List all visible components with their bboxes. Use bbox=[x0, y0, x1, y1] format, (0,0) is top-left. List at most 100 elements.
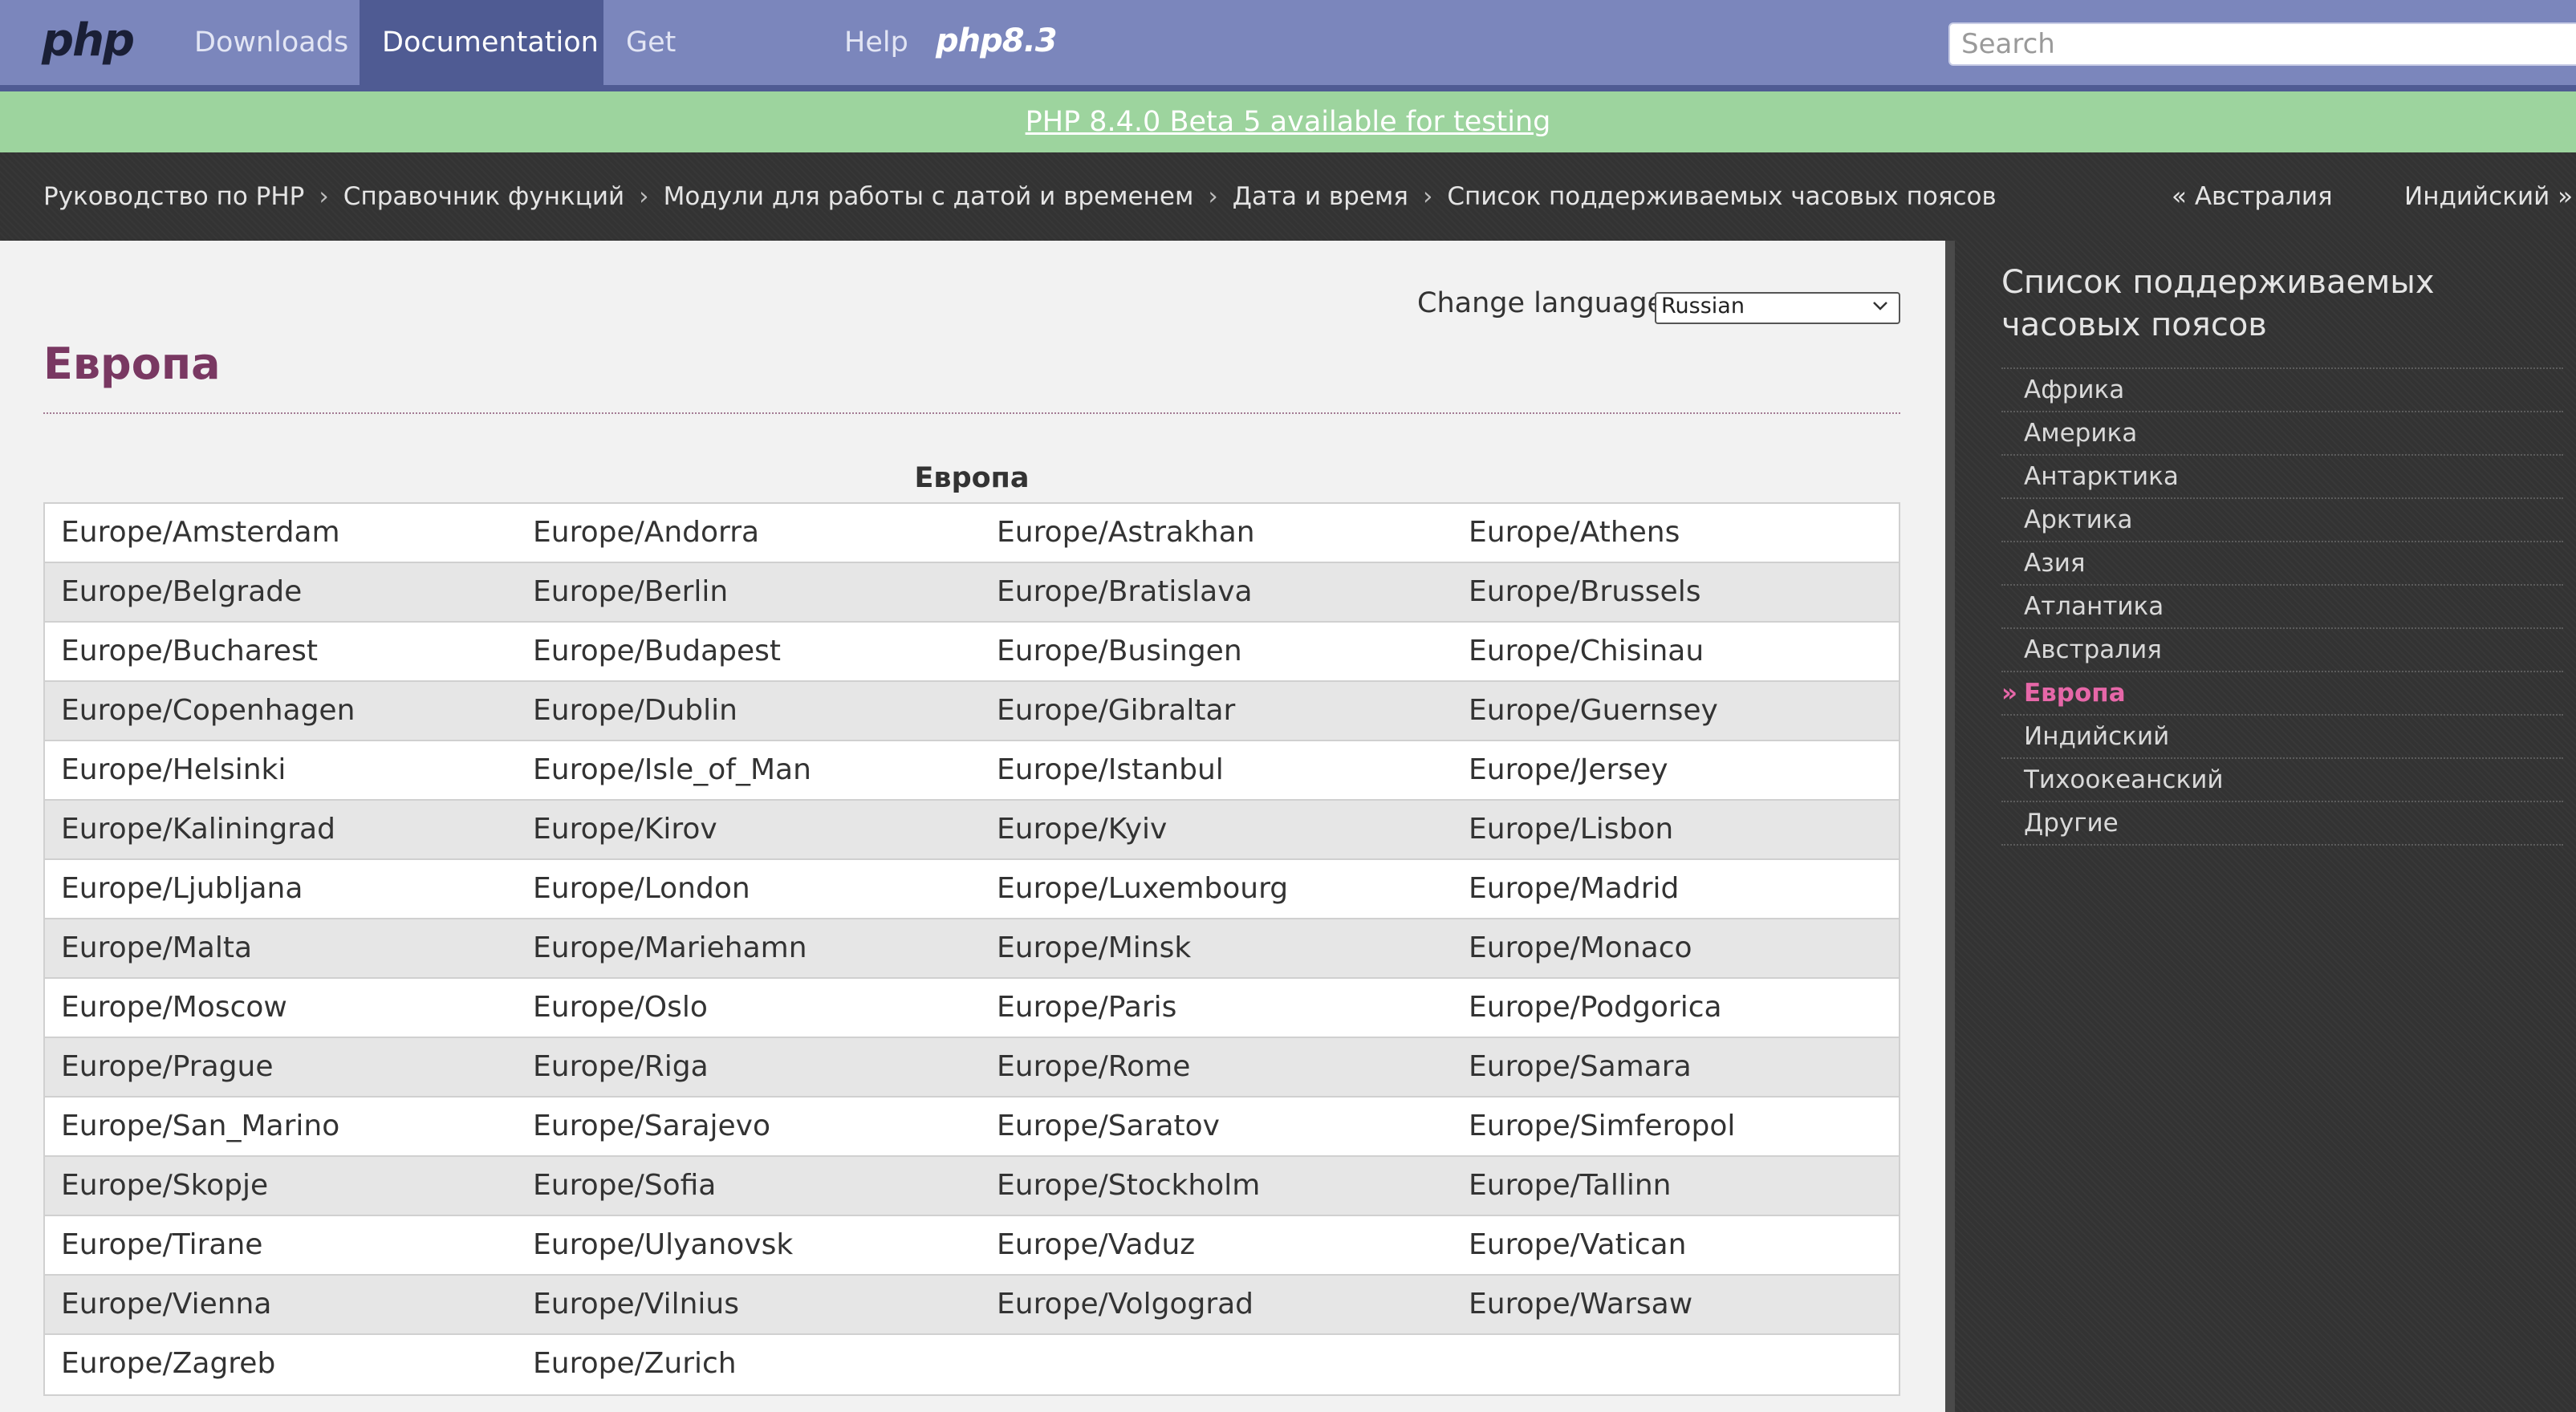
table-cell: Europe/Guernsey bbox=[1469, 694, 1718, 727]
sidebar-item-label: Америка bbox=[2024, 419, 2138, 448]
table-cell: Europe/Volgograd bbox=[997, 1288, 1254, 1321]
announcement-link[interactable]: PHP 8.4.0 Beta 5 available for testing bbox=[1026, 106, 1551, 138]
change-language-label: Change language: bbox=[1417, 287, 1674, 319]
sidebar-item[interactable]: Антарктика bbox=[2001, 456, 2563, 499]
table-cell: Europe/Moscow bbox=[61, 991, 287, 1024]
php-logo[interactable]: php bbox=[42, 14, 135, 67]
table-cell: Europe/Simferopol bbox=[1469, 1110, 1736, 1142]
table-cell: Europe/Bucharest bbox=[61, 635, 318, 667]
table-cell: Europe/Chisinau bbox=[1469, 635, 1704, 667]
title-divider bbox=[43, 412, 1900, 414]
table-cell: Europe/Podgorica bbox=[1469, 991, 1722, 1024]
sidebar-item-label: Другие bbox=[2024, 809, 2119, 838]
sidebar-item-label: Антарктика bbox=[2024, 462, 2179, 491]
table-cell: Europe/Vienna bbox=[61, 1288, 272, 1321]
sidebar-item-label: Тихоокеанский bbox=[2024, 765, 2224, 794]
language-select-value: Russian bbox=[1661, 294, 1745, 319]
chevron-down-icon bbox=[1871, 297, 1889, 319]
table-cell: Europe/Lisbon bbox=[1469, 813, 1674, 846]
nav-documentation[interactable]: Documentation bbox=[360, 0, 603, 85]
table-row: Europe/Bucharest Europe/Budapest Europe/Bu… bbox=[45, 623, 1899, 682]
table-cell: Europe/Mariehamn bbox=[533, 931, 807, 964]
sidebar-item-label: Азия bbox=[2024, 549, 2086, 578]
table-row: Europe/Copenhagen Europe/Dublin Europe/Gib… bbox=[45, 682, 1899, 741]
breadcrumb-bar: Руководство по PHP › Справочник функций › Мо… bbox=[0, 152, 2576, 241]
table-cell: Europe/Warsaw bbox=[1469, 1288, 1693, 1321]
sidebar-item-current[interactable]: » Европа bbox=[2001, 672, 2563, 716]
nav-get-involved[interactable]: Get Involved bbox=[603, 0, 822, 144]
breadcrumb-item-timezones[interactable]: Список поддерживаемых часовых поясов bbox=[1447, 182, 1996, 211]
php-version-logo[interactable]: php8.3 bbox=[936, 22, 1058, 59]
sidebar: Список поддерживаемых часовых поясов Афр… bbox=[1945, 241, 2576, 1412]
table-cell: Europe/Paris bbox=[997, 991, 1177, 1024]
table-cell: Europe/Isle_of_Man bbox=[533, 753, 811, 786]
table-cell: Europe/Tallinn bbox=[1469, 1169, 1672, 1202]
table-row: Europe/Skopje Europe/Sofia Europe/Stockhol… bbox=[45, 1157, 1899, 1216]
table-cell: Europe/Prague bbox=[61, 1050, 274, 1083]
table-cell: Europe/Belgrade bbox=[61, 575, 303, 608]
breadcrumb-item-function-reference[interactable]: Справочник функций bbox=[343, 182, 624, 211]
nav-help[interactable]: Help bbox=[822, 0, 934, 85]
prev-page-link[interactable]: « Австралия bbox=[2172, 152, 2333, 241]
table-row: Europe/Tirane Europe/Ulyanovsk Europe/Vadu… bbox=[45, 1216, 1899, 1276]
table-cell: Europe/Vilnius bbox=[533, 1288, 739, 1321]
table-cell: Europe/Samara bbox=[1469, 1050, 1692, 1083]
table-row: Europe/San_Marino Europe/Sarajevo Europe/S… bbox=[45, 1098, 1899, 1157]
table-cell: Europe/Andorra bbox=[533, 516, 760, 549]
sidebar-item[interactable]: Арктика bbox=[2001, 499, 2563, 542]
table-cell: Europe/Helsinki bbox=[61, 753, 286, 786]
sidebar-item[interactable]: Австралия bbox=[2001, 629, 2563, 672]
sidebar-list: Африка Америка Антарктика Арктика Азия Атлант… bbox=[2001, 367, 2563, 846]
language-select[interactable]: Russian bbox=[1655, 292, 1900, 324]
table-cell: Europe/Sarajevo bbox=[533, 1110, 770, 1142]
table-row: Europe/Ljubljana Europe/London Europe/Luxe… bbox=[45, 860, 1899, 919]
sidebar-item[interactable]: Африка bbox=[2001, 369, 2563, 412]
breadcrumb-separator: › bbox=[1422, 182, 1433, 211]
sidebar-item-label: Атлантика bbox=[2024, 592, 2164, 621]
table-cell: Europe/Saratov bbox=[997, 1110, 1220, 1142]
table-caption: Европа bbox=[914, 462, 1030, 494]
table-cell: Europe/Tirane bbox=[61, 1228, 263, 1261]
page-title: Европа bbox=[43, 339, 221, 389]
table-cell: Europe/Minsk bbox=[997, 931, 1192, 964]
table-cell: Europe/Jersey bbox=[1469, 753, 1668, 786]
table-cell: Europe/Kirov bbox=[533, 813, 717, 846]
table-cell: Europe/Kaliningrad bbox=[61, 813, 335, 846]
breadcrumb-separator: › bbox=[1208, 182, 1218, 211]
next-page-link[interactable]: Индийский » bbox=[2404, 152, 2573, 241]
breadcrumb-item-date-time-modules[interactable]: Модули для работы с датой и временем bbox=[664, 182, 1194, 211]
table-cell: Europe/London bbox=[533, 872, 750, 905]
nav-downloads[interactable]: Downloads bbox=[172, 0, 360, 85]
table-cell: Europe/Budapest bbox=[533, 635, 782, 667]
top-navigation: php Downloads Documentation Get Involved… bbox=[0, 0, 2576, 144]
table-cell: Europe/Sofia bbox=[533, 1169, 717, 1202]
table-cell: Europe/Riga bbox=[533, 1050, 709, 1083]
sidebar-item-label: Европа bbox=[2024, 679, 2126, 708]
sidebar-item[interactable]: Индийский bbox=[2001, 716, 2563, 759]
table-cell: Europe/Athens bbox=[1469, 516, 1680, 549]
sidebar-item[interactable]: Другие bbox=[2001, 802, 2563, 846]
table-cell: Europe/Astrakhan bbox=[997, 516, 1255, 549]
table-row: Europe/Prague Europe/Riga Europe/Rome Europ… bbox=[45, 1038, 1899, 1098]
sidebar-item[interactable]: Тихоокеанский bbox=[2001, 759, 2563, 802]
table-cell: Europe/Luxembourg bbox=[997, 872, 1289, 905]
table-cell: Europe/Istanbul bbox=[997, 753, 1224, 786]
sidebar-item[interactable]: Атлантика bbox=[2001, 586, 2563, 629]
current-marker-icon: » bbox=[2001, 679, 2018, 708]
breadcrumb: Руководство по PHP › Справочник функций › Мо… bbox=[43, 152, 1997, 241]
search-input[interactable] bbox=[1948, 22, 2576, 66]
breadcrumb-item-date-time[interactable]: Дата и время bbox=[1233, 182, 1408, 211]
announcement-bar: PHP 8.4.0 Beta 5 available for testing bbox=[0, 91, 2576, 152]
sidebar-item[interactable]: Америка bbox=[2001, 412, 2563, 456]
sidebar-item[interactable]: Азия bbox=[2001, 542, 2563, 586]
sidebar-item-label: Австралия bbox=[2024, 635, 2162, 664]
table-row: Europe/Belgrade Europe/Berlin Europe/Brati… bbox=[45, 563, 1899, 623]
table-cell: Europe/Madrid bbox=[1469, 872, 1680, 905]
breadcrumb-item-manual[interactable]: Руководство по PHP bbox=[43, 182, 304, 211]
sidebar-item-label: Арктика bbox=[2024, 505, 2133, 534]
table-cell: Europe/Skopje bbox=[61, 1169, 269, 1202]
table-cell: Europe/Vatican bbox=[1469, 1228, 1687, 1261]
table-row: Europe/Malta Europe/Mariehamn Europe/Minsk… bbox=[45, 919, 1899, 979]
table-cell: Europe/Brussels bbox=[1469, 575, 1701, 608]
table-row: Europe/Zagreb Europe/Zurich bbox=[45, 1335, 1899, 1394]
